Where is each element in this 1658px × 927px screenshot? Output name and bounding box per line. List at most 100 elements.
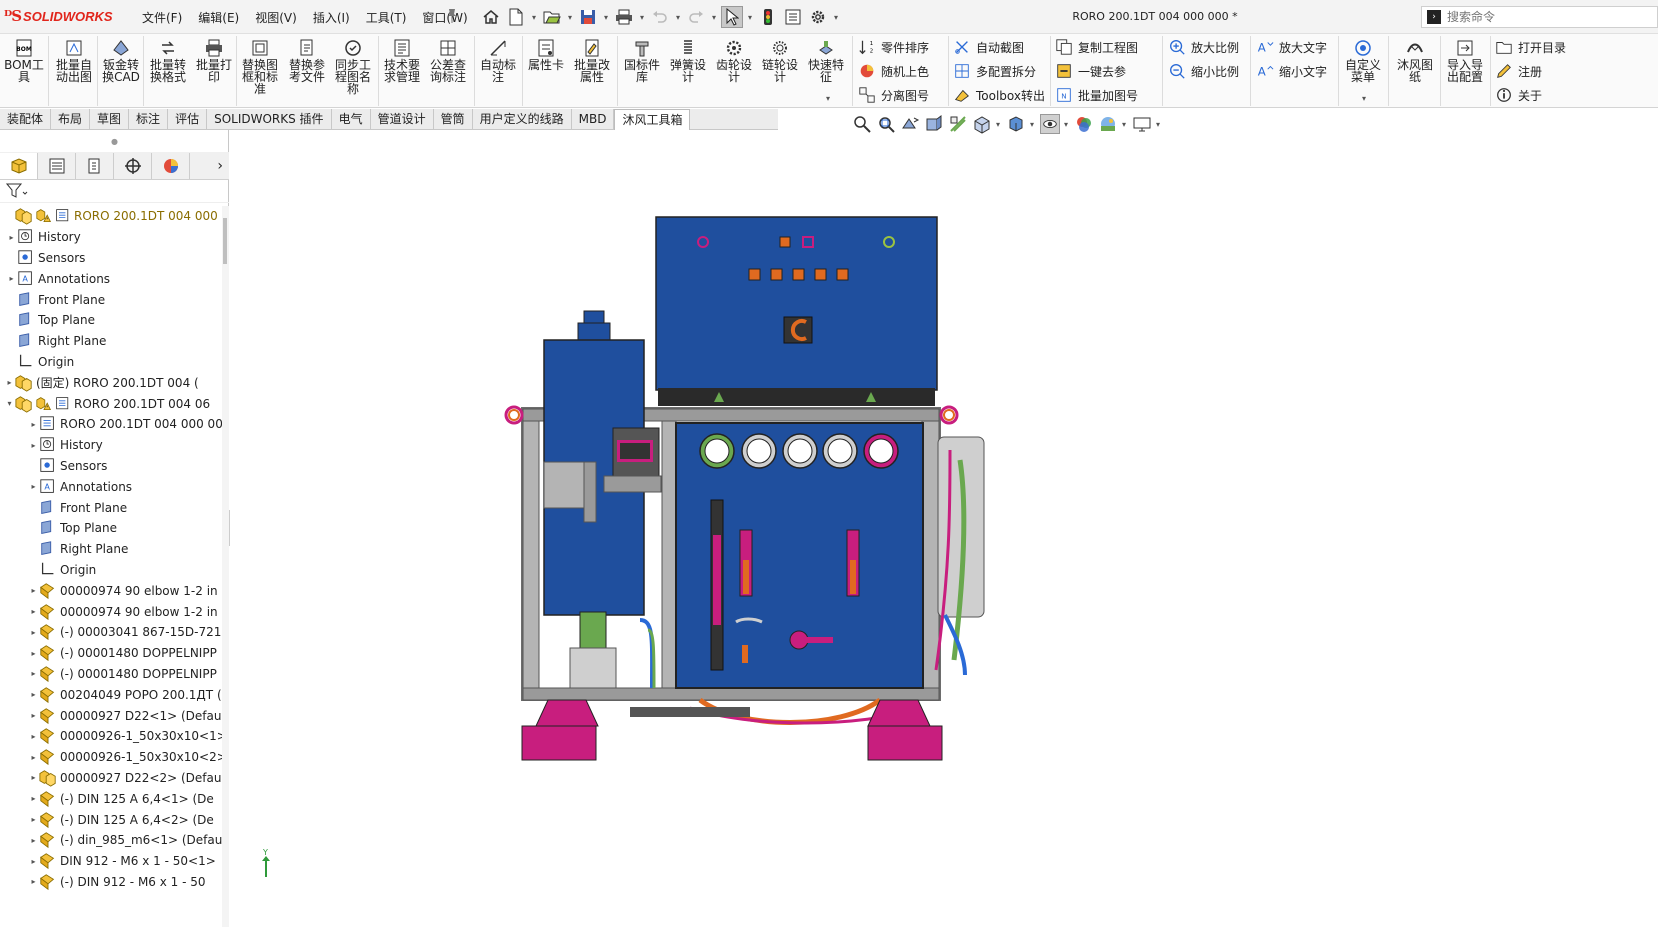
- zoom-to-fit-icon[interactable]: [852, 114, 872, 134]
- ribbon-small-button-2-0[interactable]: 复制工程图: [1055, 36, 1138, 58]
- ribbon-button-7[interactable]: 同步工程图名称: [331, 38, 375, 95]
- save-dropdown-icon[interactable]: ▾: [602, 13, 610, 22]
- ribbon-button-5[interactable]: 替换图框和标准: [238, 38, 282, 95]
- tree-scrollbar[interactable]: [222, 206, 229, 927]
- expand-toggle-icon[interactable]: ▸: [28, 857, 39, 866]
- apply-scene-icon[interactable]: [1098, 114, 1118, 134]
- tab-5[interactable]: SOLIDWORKS 插件: [207, 109, 332, 130]
- options-dropdown-icon[interactable]: ▾: [832, 13, 840, 22]
- tree-item[interactable]: Origin: [0, 352, 222, 373]
- display-style-dropdown-icon[interactable]: ▾: [1030, 120, 1036, 129]
- tree-item[interactable]: ▸ History: [0, 435, 222, 456]
- tab-2[interactable]: 草图: [90, 109, 130, 130]
- open-dropdown-icon[interactable]: ▾: [566, 13, 574, 22]
- ribbon-button-12[interactable]: 批量改属性: [570, 38, 614, 83]
- tree-item[interactable]: ▸ (-) 00003041 867-15D-721: [0, 622, 222, 643]
- graphics-area[interactable]: [230, 136, 1658, 927]
- ribbon-small-button-1-1[interactable]: 多配置拆分: [953, 60, 1036, 82]
- previous-view-icon[interactable]: [900, 114, 920, 134]
- ribbon-small-button-2-2[interactable]: N 批量加图号: [1055, 84, 1138, 106]
- display-style-icon[interactable]: [1006, 114, 1026, 134]
- view-settings-icon[interactable]: [1132, 114, 1152, 134]
- hide-show-dropdown-icon[interactable]: ▾: [1064, 120, 1070, 129]
- expand-toggle-icon[interactable]: ▸: [6, 274, 17, 283]
- ribbon-button-2[interactable]: 钣金转换CAD: [99, 38, 143, 83]
- tree-item[interactable]: ▸ 00000974 90 elbow 1-2 in: [0, 601, 222, 622]
- tree-item[interactable]: ▸ (-) DIN 125 A 6,4<2> (De: [0, 809, 222, 830]
- ribbon-small-button-4-0[interactable]: A 放大文字: [1256, 36, 1327, 58]
- tree-item[interactable]: ▸ RORO 200.1DT 004 000 00: [0, 414, 222, 435]
- ribbon-button-10[interactable]: 自动标注: [476, 38, 520, 83]
- ribbon-button-15[interactable]: 齿轮设计: [712, 38, 756, 83]
- undo-icon[interactable]: [649, 6, 671, 28]
- expand-toggle-icon[interactable]: ▸: [28, 732, 39, 741]
- ribbon-small-button-0-0[interactable]: 1 2 零件排序: [858, 36, 929, 58]
- print-dropdown-icon[interactable]: ▾: [638, 13, 646, 22]
- ribbon-small-button-3-0[interactable]: 放大比例: [1168, 36, 1239, 58]
- tree-item[interactable]: Top Plane: [0, 518, 222, 539]
- search-input[interactable]: [1447, 10, 1647, 24]
- ribbon-small-button-5-1[interactable]: 注册: [1495, 60, 1542, 82]
- expand-toggle-icon[interactable]: ▸: [28, 773, 39, 782]
- apply-scene-dropdown-icon[interactable]: ▾: [1122, 120, 1128, 129]
- expand-toggle-icon[interactable]: ▸: [28, 482, 39, 491]
- ribbon-small-button-3-1[interactable]: 缩小比例: [1168, 60, 1239, 82]
- ribbon-small-button-2-1[interactable]: 一键去参: [1055, 60, 1126, 82]
- redo-icon[interactable]: [685, 6, 707, 28]
- menu-item-0[interactable]: 文件(F): [134, 9, 190, 26]
- tree-item[interactable]: ▸ 00000926-1_50x30x10<2>: [0, 747, 222, 768]
- ribbon-button-13[interactable]: 国标件库: [620, 38, 664, 83]
- expand-toggle-icon[interactable]: ▸: [28, 607, 39, 616]
- menu-item-4[interactable]: 工具(T): [358, 9, 415, 26]
- tab-0[interactable]: 装配体: [0, 109, 52, 130]
- ribbon-button-9[interactable]: 公差查询标注: [426, 38, 470, 83]
- menu-item-1[interactable]: 编辑(E): [190, 9, 247, 26]
- tree-item[interactable]: ▸ History: [0, 227, 222, 248]
- new-dropdown-icon[interactable]: ▾: [530, 13, 538, 22]
- expand-toggle-icon[interactable]: ▸: [28, 794, 39, 803]
- display-manager-tab[interactable]: [152, 152, 190, 179]
- ribbon-small-button-0-2[interactable]: 分离图号: [858, 84, 929, 106]
- more-tabs-chevron-icon[interactable]: ›: [217, 158, 223, 174]
- tree-item[interactable]: Right Plane: [0, 331, 222, 352]
- edit-appearance-icon[interactable]: [1074, 114, 1094, 134]
- expand-toggle-icon[interactable]: ▸: [28, 815, 39, 824]
- section-view-icon[interactable]: [924, 114, 944, 134]
- ribbon-right-button-0[interactable]: 自定义菜单: [1342, 38, 1384, 83]
- tab-8[interactable]: 管筒: [434, 109, 473, 130]
- menu-item-2[interactable]: 视图(V): [247, 9, 305, 26]
- property-manager-tab[interactable]: [38, 152, 76, 179]
- ribbon-button-1[interactable]: 批量自动出图: [52, 38, 96, 83]
- ribbon-small-button-5-0[interactable]: 打开目录: [1495, 36, 1566, 58]
- menu-item-3[interactable]: 插入(I): [305, 9, 358, 26]
- ribbon-button-16[interactable]: 链轮设计: [758, 38, 802, 83]
- options-gear-icon[interactable]: [807, 6, 829, 28]
- tree-item[interactable]: ▸ (-) din_985_m6<1> (Defau: [0, 830, 222, 851]
- hide-show-items-icon[interactable]: [1040, 114, 1060, 134]
- tab-6[interactable]: 电气: [332, 109, 371, 130]
- command-search[interactable]: ›: [1421, 6, 1658, 28]
- zoom-to-area-icon[interactable]: [876, 114, 896, 134]
- dynamic-annotation-icon[interactable]: [948, 114, 968, 134]
- tree-item[interactable]: RORO 200.1DT 004 000 00: [0, 206, 222, 227]
- ribbon-small-button-1-0[interactable]: 自动截图: [953, 36, 1024, 58]
- expand-toggle-icon[interactable]: ▸: [28, 877, 39, 886]
- tree-item[interactable]: Sensors: [0, 248, 222, 269]
- file-properties-icon[interactable]: [782, 6, 804, 28]
- tab-9[interactable]: 用户定义的线路: [473, 109, 572, 130]
- tree-item[interactable]: ▸ 00204049 POPO 200.1ДТ (: [0, 684, 222, 705]
- home-icon[interactable]: [480, 6, 502, 28]
- tree-item[interactable]: ▸ DIN 912 - M6 x 1 - 50<1>: [0, 851, 222, 872]
- tree-item[interactable]: ▸ 00000926-1_50x30x10<1>: [0, 726, 222, 747]
- model-rendering[interactable]: [230, 136, 1658, 927]
- new-document-icon[interactable]: [505, 6, 527, 28]
- dimxpert-manager-tab[interactable]: [114, 152, 152, 179]
- ribbon-right-button-1[interactable]: 沐风图纸: [1394, 38, 1436, 83]
- ribbon-button-3[interactable]: 批量转换格式: [146, 38, 190, 83]
- ribbon-button-4[interactable]: 批量打印: [192, 38, 236, 83]
- ribbon-button-17[interactable]: 快速特征: [804, 38, 848, 83]
- tree-item[interactable]: ▸ 00000927 D22<2> (Defau: [0, 768, 222, 789]
- tree-item[interactable]: ▸ (-) 00001480 DOPPELNIPP: [0, 643, 222, 664]
- select-cursor-icon[interactable]: [721, 6, 743, 28]
- ribbon-right-button-2[interactable]: 导入导出配置: [1442, 38, 1488, 83]
